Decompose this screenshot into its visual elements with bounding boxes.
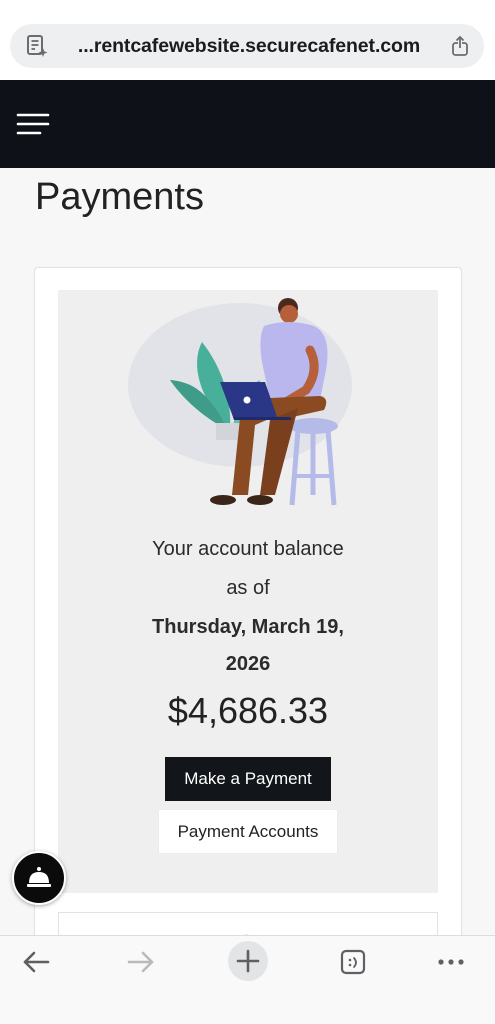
site-header: [0, 80, 495, 168]
payment-accounts-button[interactable]: Payment Accounts: [158, 809, 338, 854]
back-arrow-icon: [23, 951, 50, 973]
browser-top-bar: ...rentcafewebsite.securecafenet.com: [0, 0, 495, 80]
share-icon[interactable]: [448, 34, 472, 58]
concierge-button[interactable]: [12, 851, 66, 905]
forward-button[interactable]: [123, 944, 159, 980]
make-payment-button[interactable]: Make a Payment: [165, 757, 331, 801]
more-dots-icon: [438, 959, 464, 965]
forward-arrow-icon: [127, 951, 154, 973]
more-button[interactable]: [433, 944, 469, 980]
plus-icon: [236, 949, 260, 973]
new-tab-button[interactable]: [228, 941, 268, 981]
balance-label: Your account balance: [152, 538, 344, 560]
address-bar[interactable]: ...rentcafewebsite.securecafenet.com: [10, 24, 484, 68]
balance-amount: $4,686.33: [167, 690, 329, 731]
page-title: Payments: [35, 176, 204, 218]
balance-date-line2: 2026: [225, 653, 271, 675]
back-button[interactable]: [18, 944, 54, 980]
hamburger-menu-icon[interactable]: [16, 112, 50, 138]
concierge-bell-icon: [27, 867, 51, 887]
url-text[interactable]: ...rentcafewebsite.securecafenet.com: [54, 35, 444, 58]
tabs-icon: [340, 949, 366, 975]
document-sparkle-icon[interactable]: [24, 33, 50, 59]
person-with-laptop-illustration: [128, 298, 352, 506]
balance-as-of-label: as of: [226, 577, 270, 599]
balance-date-line1: Thursday, March 19,: [152, 616, 344, 638]
tabs-button[interactable]: [335, 944, 371, 980]
